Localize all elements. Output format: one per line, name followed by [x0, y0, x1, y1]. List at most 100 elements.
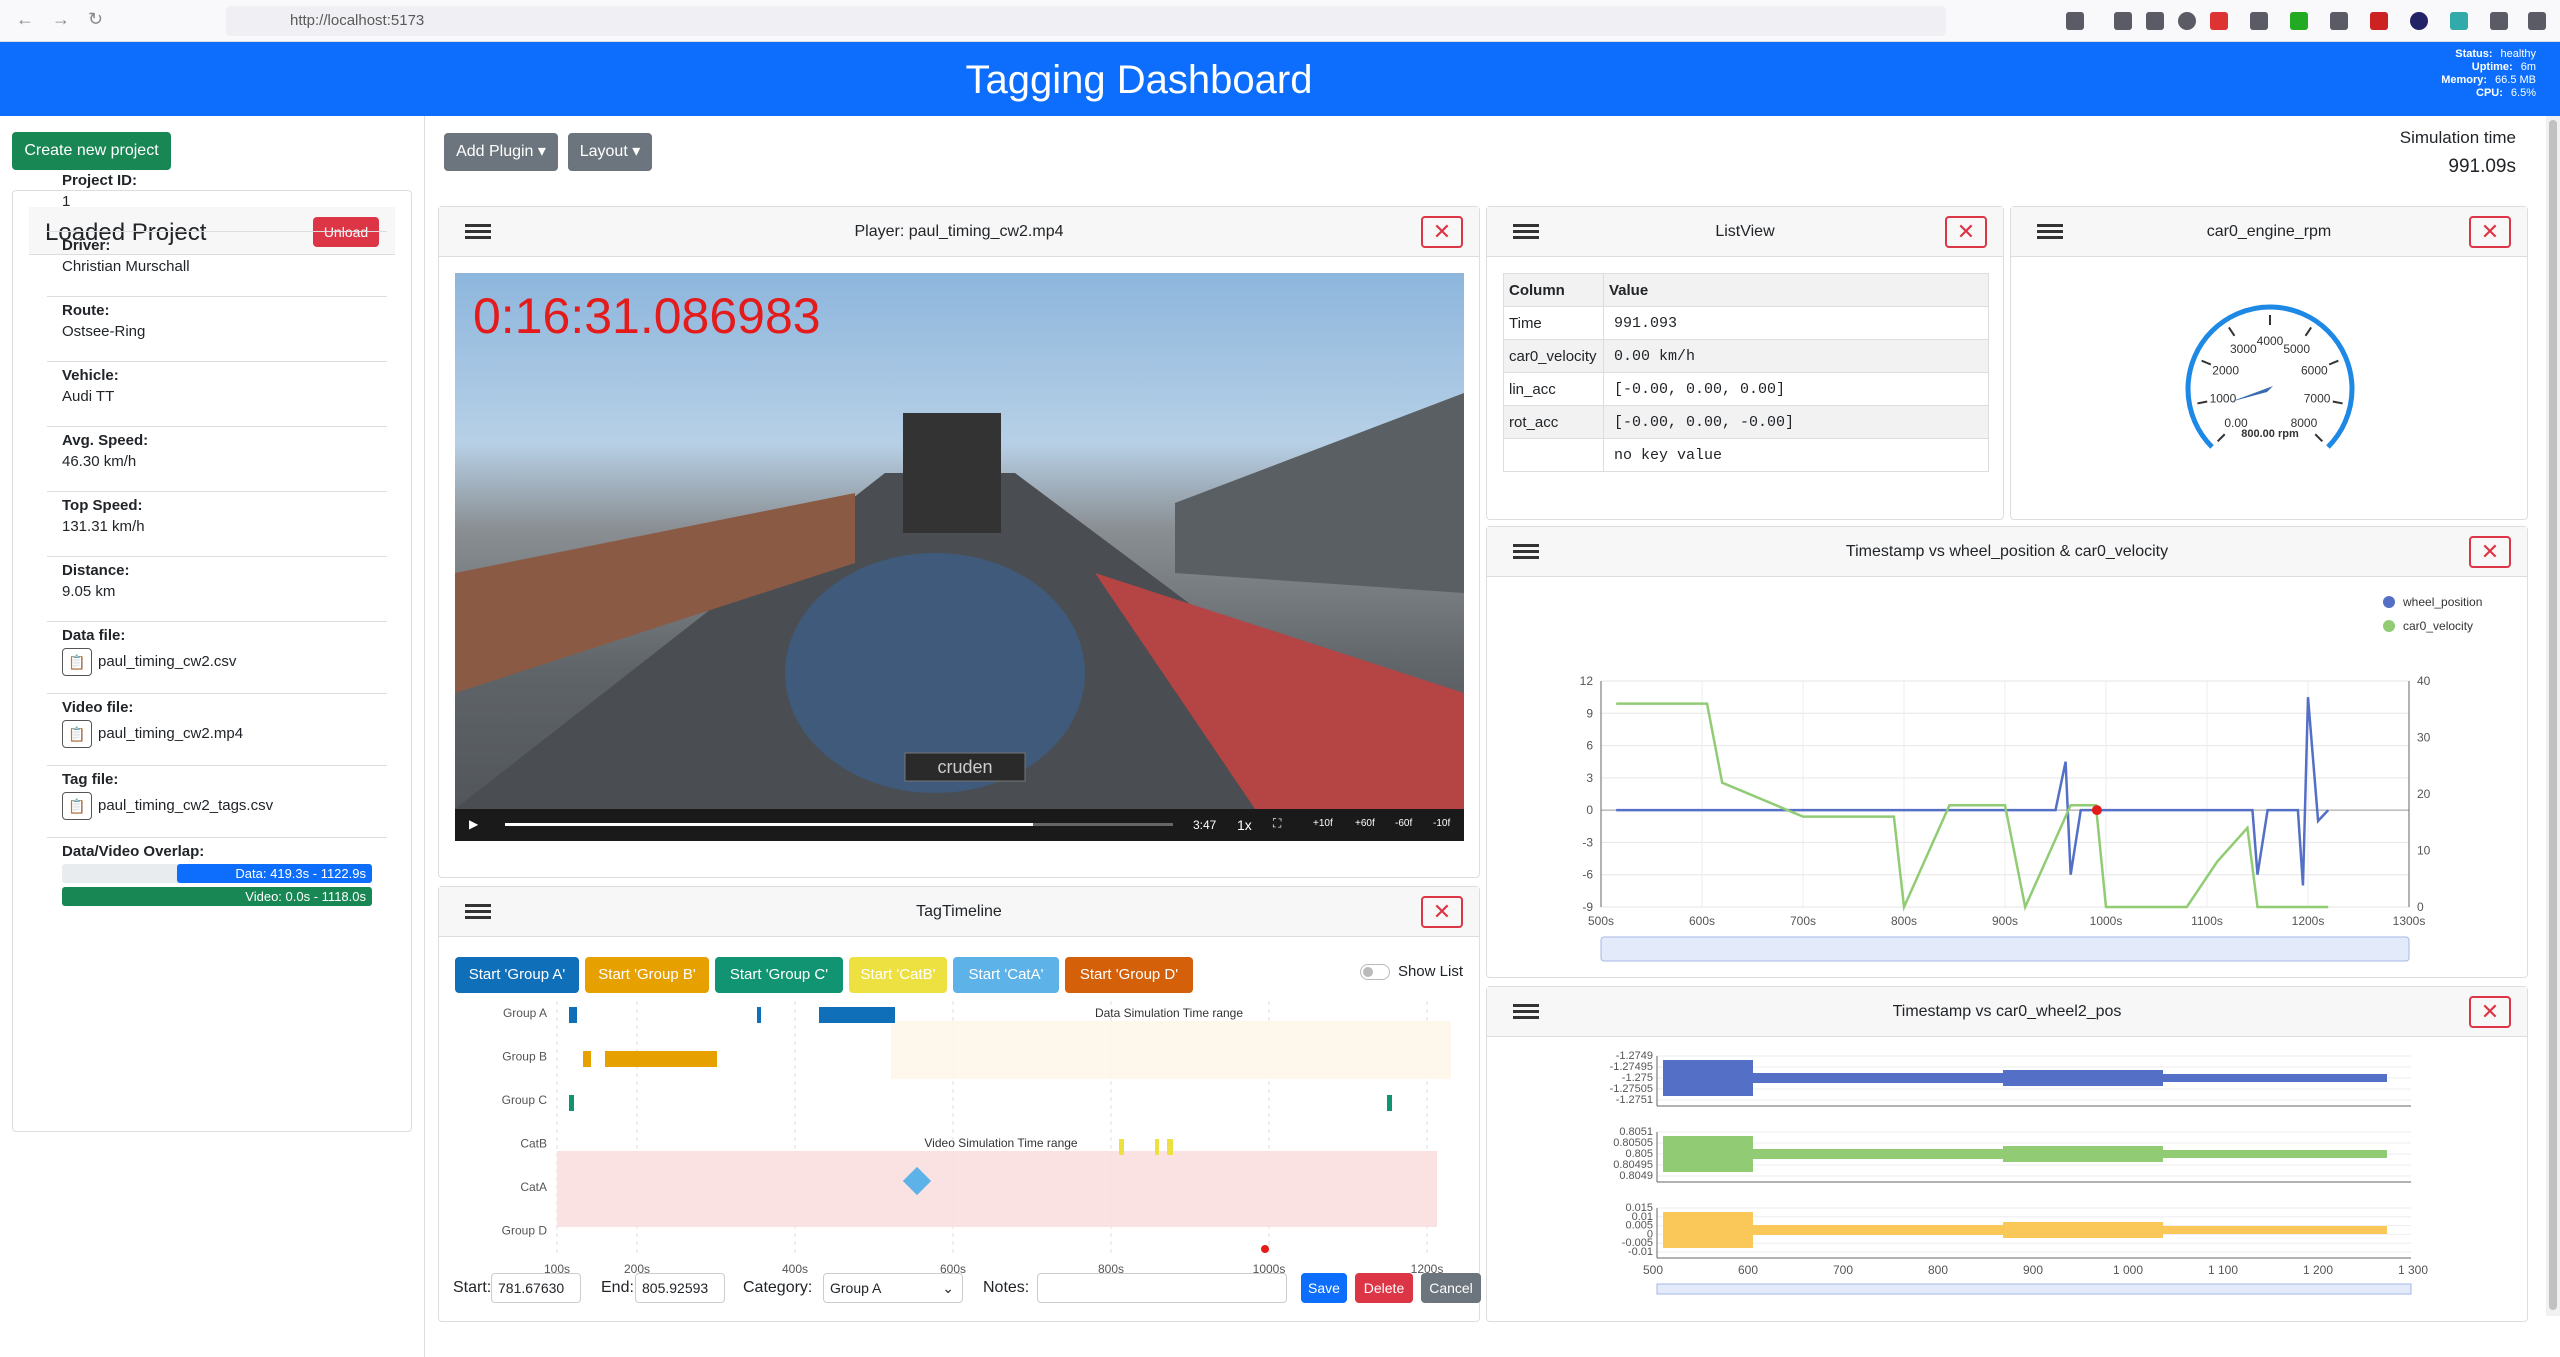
- player-title: Player: paul_timing_cw2.mp4: [854, 223, 1064, 240]
- start-tag-button[interactable]: Start 'Group C': [715, 957, 843, 993]
- layout-dropdown[interactable]: Layout ▾: [568, 133, 652, 171]
- signal-band: [1663, 1136, 1753, 1172]
- x-tick-label: 1 200: [2303, 1263, 2333, 1277]
- legend-label: wheel_position: [2402, 595, 2482, 609]
- clipboard-icon[interactable]: 📋: [62, 648, 92, 676]
- url-bar[interactable]: http://localhost:5173: [226, 6, 1946, 36]
- signal-band: [2163, 1074, 2387, 1082]
- tag-start-input[interactable]: 781.67630: [491, 1273, 581, 1303]
- extension-icon[interactable]: [2330, 12, 2348, 30]
- tag-notes-input[interactable]: [1037, 1273, 1287, 1303]
- x-tick-label: 1 000: [2113, 1263, 2143, 1277]
- close-panel-button[interactable]: ✕: [2469, 996, 2511, 1028]
- extension-icon[interactable]: [2178, 12, 2196, 30]
- chart1-plot[interactable]: 129630-3-6-9403020100500s 600s 700s 800s 900…: [1487, 578, 2527, 978]
- fullscreen-icon[interactable]: ⛶: [1273, 816, 1281, 831]
- clipboard-icon[interactable]: 📋: [62, 792, 92, 820]
- step-fwd-60-button[interactable]: +60f: [1355, 818, 1375, 829]
- y-tick-label: -9: [1582, 900, 1593, 914]
- file-field: Tag file: 📋 paul_timing_cw2_tags.csv: [47, 766, 387, 838]
- reload-icon[interactable]: ↻: [88, 9, 103, 30]
- start-tag-button[interactable]: Start 'Group B': [585, 957, 709, 993]
- x-tick-label: 1000s: [2090, 914, 2123, 928]
- column-header: Value: [1603, 273, 1989, 307]
- extension-icon[interactable]: [2250, 12, 2268, 30]
- close-panel-button[interactable]: ✕: [1421, 216, 1463, 248]
- tag-bar: [757, 1007, 761, 1023]
- download-icon[interactable]: [2146, 12, 2164, 30]
- gauge-tick-label: 4000: [2257, 334, 2284, 348]
- gauge-tick: [2228, 326, 2236, 337]
- close-panel-button[interactable]: ✕: [1421, 896, 1463, 928]
- gauge-tick: [2197, 400, 2208, 405]
- current-time-marker: [2091, 805, 2102, 816]
- tag-end-input[interactable]: 805.92593: [635, 1273, 725, 1303]
- extension-icon[interactable]: [2370, 12, 2388, 30]
- rpm-gauge: 0.0010002000300040005000600070008000800.…: [2185, 304, 2355, 449]
- license-plate: cruden: [937, 757, 992, 777]
- start-tag-button[interactable]: Start 'Group A': [455, 957, 579, 993]
- timeline-row-label: CatA: [520, 1180, 547, 1194]
- start-tag-button[interactable]: Start 'CatA': [953, 957, 1059, 993]
- save-tag-button[interactable]: Save: [1301, 1273, 1347, 1303]
- sidebar: Create new project Loaded Project Unload…: [0, 116, 420, 1357]
- close-panel-button[interactable]: ✕: [1945, 216, 1987, 248]
- scrollbar[interactable]: [2546, 116, 2560, 1316]
- create-project-button[interactable]: Create new project: [12, 132, 171, 170]
- clipboard-icon[interactable]: 📋: [62, 720, 92, 748]
- legend-marker: [2383, 620, 2395, 632]
- tag-category-select[interactable]: Group A ⌄: [823, 1273, 963, 1303]
- listview-title: ListView: [1715, 223, 1775, 240]
- listview-panel: ListView ✕ Column Value Time 991.093 car0_…: [1486, 206, 2004, 520]
- playback-speed[interactable]: 1x: [1237, 817, 1252, 833]
- video-player[interactable]: cruden 0:16:31.086983 ▶ 3:47 1x ⛶ +10f +…: [455, 273, 1464, 841]
- cpu-value: 6.5%: [2510, 87, 2536, 99]
- x-tick-label: 1200s: [2292, 914, 2325, 928]
- extensions-icon[interactable]: [2490, 12, 2508, 30]
- project-field: Top Speed: 131.31 km/h: [47, 492, 387, 557]
- extension-icon[interactable]: [2450, 12, 2468, 30]
- extension-icon[interactable]: [2210, 12, 2228, 30]
- video-progress[interactable]: [505, 823, 1173, 826]
- gauge-tick-label: 7000: [2304, 391, 2331, 405]
- listview-table: Column Value Time 991.093 car0_velocity 0.0…: [1503, 273, 1989, 472]
- chart2-plot[interactable]: -1.2749-1.27495-1.275-1.27505-1.27510.80…: [1487, 1038, 2527, 1322]
- sidebar-divider: [424, 116, 425, 1357]
- extension-icon[interactable]: [2290, 12, 2308, 30]
- signal-band: [1753, 1225, 2003, 1235]
- project-field: Distance: 9.05 km: [47, 557, 387, 622]
- add-plugin-dropdown[interactable]: Add Plugin ▾: [444, 133, 558, 171]
- current-time-marker: [1261, 1245, 1269, 1253]
- close-panel-button[interactable]: ✕: [2469, 536, 2511, 568]
- pocket-icon[interactable]: [2114, 12, 2132, 30]
- start-tag-button[interactable]: Start 'Group D': [1065, 957, 1193, 993]
- tag-bar: [569, 1007, 577, 1023]
- cancel-tag-button[interactable]: Cancel: [1421, 1273, 1481, 1303]
- back-icon[interactable]: ←: [16, 9, 34, 30]
- menu-icon[interactable]: [2528, 12, 2546, 30]
- tag-bar: [605, 1051, 717, 1067]
- extension-icon[interactable]: [2410, 12, 2428, 30]
- chart2-panel: Timestamp vs car0_wheel2_pos ✕ -1.2749 -1…: [1486, 986, 2528, 1322]
- timeline-row-label: Group A: [503, 1006, 547, 1020]
- y-tick-label: -0.01: [1628, 1246, 1653, 1258]
- app-header: Tagging Dashboard Status: healthy Uptime:…: [0, 42, 2560, 116]
- step-back-60-button[interactable]: -60f: [1395, 818, 1412, 829]
- step-fwd-10-button[interactable]: +10f: [1313, 818, 1333, 829]
- step-back-10-button[interactable]: -10f: [1433, 818, 1450, 829]
- y-tick-label: 0: [1586, 803, 1593, 817]
- timeline-row-label: CatB: [520, 1137, 547, 1151]
- extension-icon[interactable]: [2066, 12, 2084, 30]
- forward-icon[interactable]: →: [52, 9, 70, 30]
- start-tag-button[interactable]: Start 'CatB': [849, 957, 947, 993]
- signal-band: [2003, 1146, 2163, 1162]
- tag-bar: [1167, 1139, 1173, 1155]
- gauge-tick-label: 5000: [2283, 342, 2310, 356]
- show-list-toggle[interactable]: Show List: [1359, 963, 1463, 981]
- play-icon[interactable]: ▶: [469, 817, 478, 831]
- gauge-needle: [2230, 386, 2273, 402]
- tag-timeline-chart[interactable]: Group AGroup BGroup CCatBCatAGroup D100s…: [439, 993, 1479, 1283]
- delete-tag-button[interactable]: Delete: [1355, 1273, 1413, 1303]
- close-panel-button[interactable]: ✕: [2469, 216, 2511, 248]
- y-tick-label: 3: [1586, 771, 1593, 785]
